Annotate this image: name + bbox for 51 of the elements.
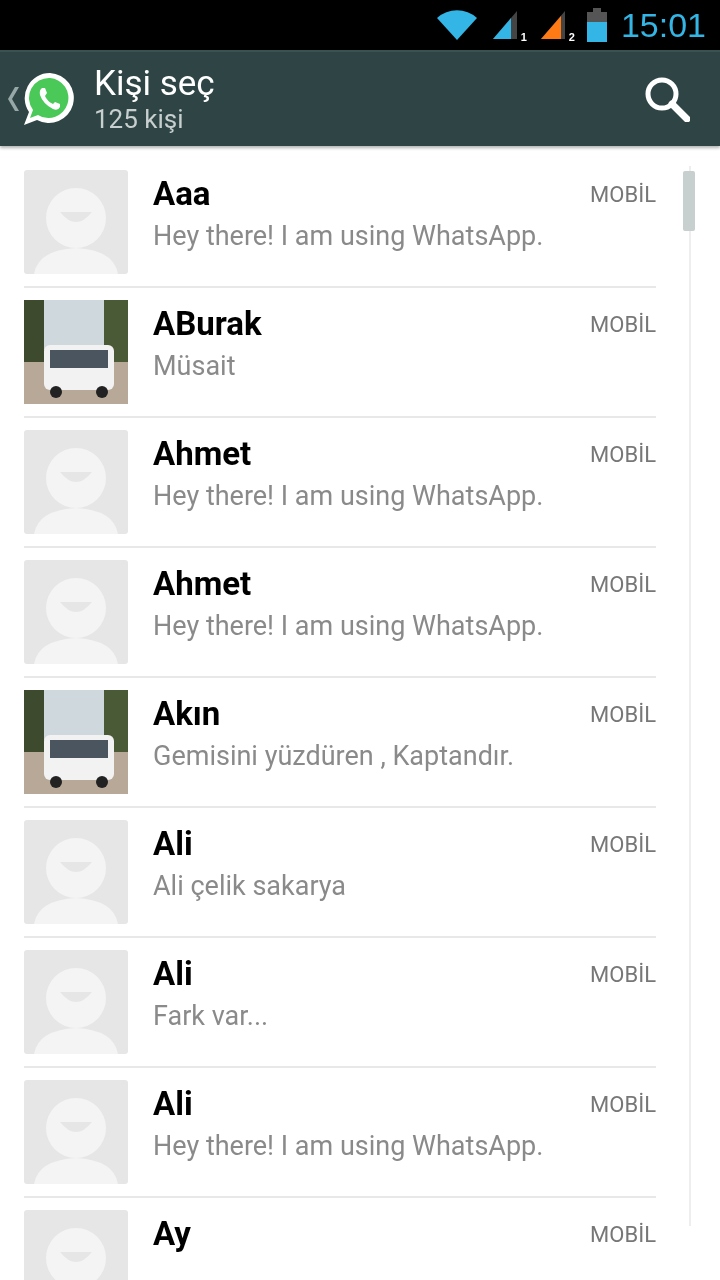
wifi-icon (436, 9, 477, 41)
contact-row[interactable]: Aaa MOBİL Hey there! I am using WhatsApp. (24, 158, 656, 288)
clock: 15:01 (620, 5, 706, 45)
contact-name: Ali (153, 824, 193, 864)
contact-row[interactable]: Ali MOBİL Ali çelik sakarya (24, 808, 656, 938)
contact-name: Ali (153, 954, 193, 994)
contact-status: Hey there! I am using WhatsApp. (153, 1130, 545, 1162)
contact-name: ABurak (153, 304, 262, 344)
contact-name: Ali (153, 1084, 193, 1124)
contact-name: Ahmet (153, 434, 252, 474)
contact-row[interactable]: Ay MOBİL (24, 1198, 656, 1280)
default-avatar-icon (24, 950, 128, 1054)
phone-type: MOBİL (590, 701, 656, 727)
screen-title: Kişi seç (94, 64, 216, 104)
search-icon[interactable] (644, 76, 690, 122)
contact-name: Akın (153, 694, 221, 734)
contact-count: 125 kişi (94, 104, 185, 134)
default-avatar-icon (24, 170, 128, 274)
phone-type: MOBİL (590, 961, 656, 987)
phone-type: MOBİL (590, 181, 656, 207)
scrollbar-thumb (683, 171, 695, 231)
phone-type: MOBİL (590, 571, 656, 597)
contact-name: Aaa (153, 174, 211, 214)
default-avatar-icon (24, 820, 128, 924)
contact-name: Ay (153, 1214, 191, 1254)
default-avatar-icon (24, 1080, 128, 1184)
contact-row[interactable]: Ali MOBİL Fark var... (24, 938, 656, 1068)
contact-status: Müsait (153, 350, 237, 382)
back-caret-icon (8, 87, 20, 111)
contact-row[interactable]: Ahmet MOBİL Hey there! I am using WhatsApp. (24, 548, 656, 678)
phone-type: MOBİL (590, 311, 656, 337)
default-avatar-icon (24, 560, 128, 664)
phone-type: MOBİL (590, 1221, 656, 1247)
default-avatar-icon (24, 430, 128, 534)
phone-type: MOBİL (590, 1091, 656, 1117)
contact-row[interactable]: Akın MOBİL Gemisini yüzdüren , Kaptandır. (24, 678, 656, 808)
contact-name: Ahmet (153, 564, 252, 604)
battery-icon (586, 8, 607, 42)
contact-status: Gemisini yüzdüren , Kaptandır. (153, 740, 516, 772)
contact-row[interactable]: Ali MOBİL Hey there! I am using WhatsApp. (24, 1068, 656, 1198)
phone-type: MOBİL (590, 831, 656, 857)
contact-row[interactable]: ABurak MOBİL Müsait (24, 288, 656, 418)
contact-row[interactable]: Ahmet MOBİL Hey there! I am using WhatsApp. (24, 418, 656, 548)
contact-status: Ali çelik sakarya (153, 870, 348, 902)
sim-label: 1 (520, 32, 527, 43)
contact-status: Hey there! I am using WhatsApp. (153, 610, 545, 642)
phone-type: MOBİL (590, 441, 656, 467)
contact-status: Hey there! I am using WhatsApp. (153, 480, 545, 512)
contact-status: Fark var... (153, 1000, 270, 1032)
sim-label: 2 (568, 32, 575, 43)
contact-status: Hey there! I am using WhatsApp. (153, 220, 545, 252)
